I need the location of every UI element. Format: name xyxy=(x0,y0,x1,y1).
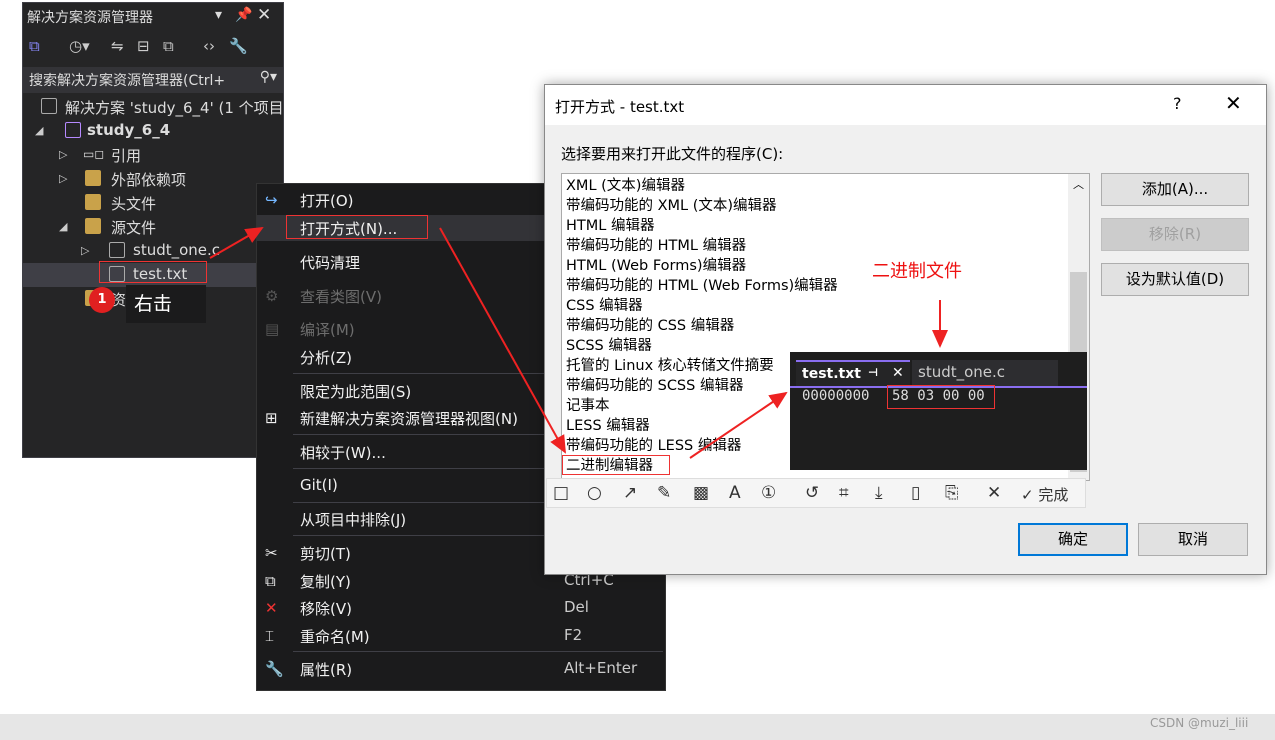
arrow xyxy=(209,227,264,259)
bottom-bar xyxy=(0,714,1275,740)
annotation-arrows xyxy=(209,227,948,459)
arrow xyxy=(439,227,566,454)
watermark: CSDN @muzi_liii xyxy=(1150,716,1249,730)
arrow xyxy=(689,391,788,459)
